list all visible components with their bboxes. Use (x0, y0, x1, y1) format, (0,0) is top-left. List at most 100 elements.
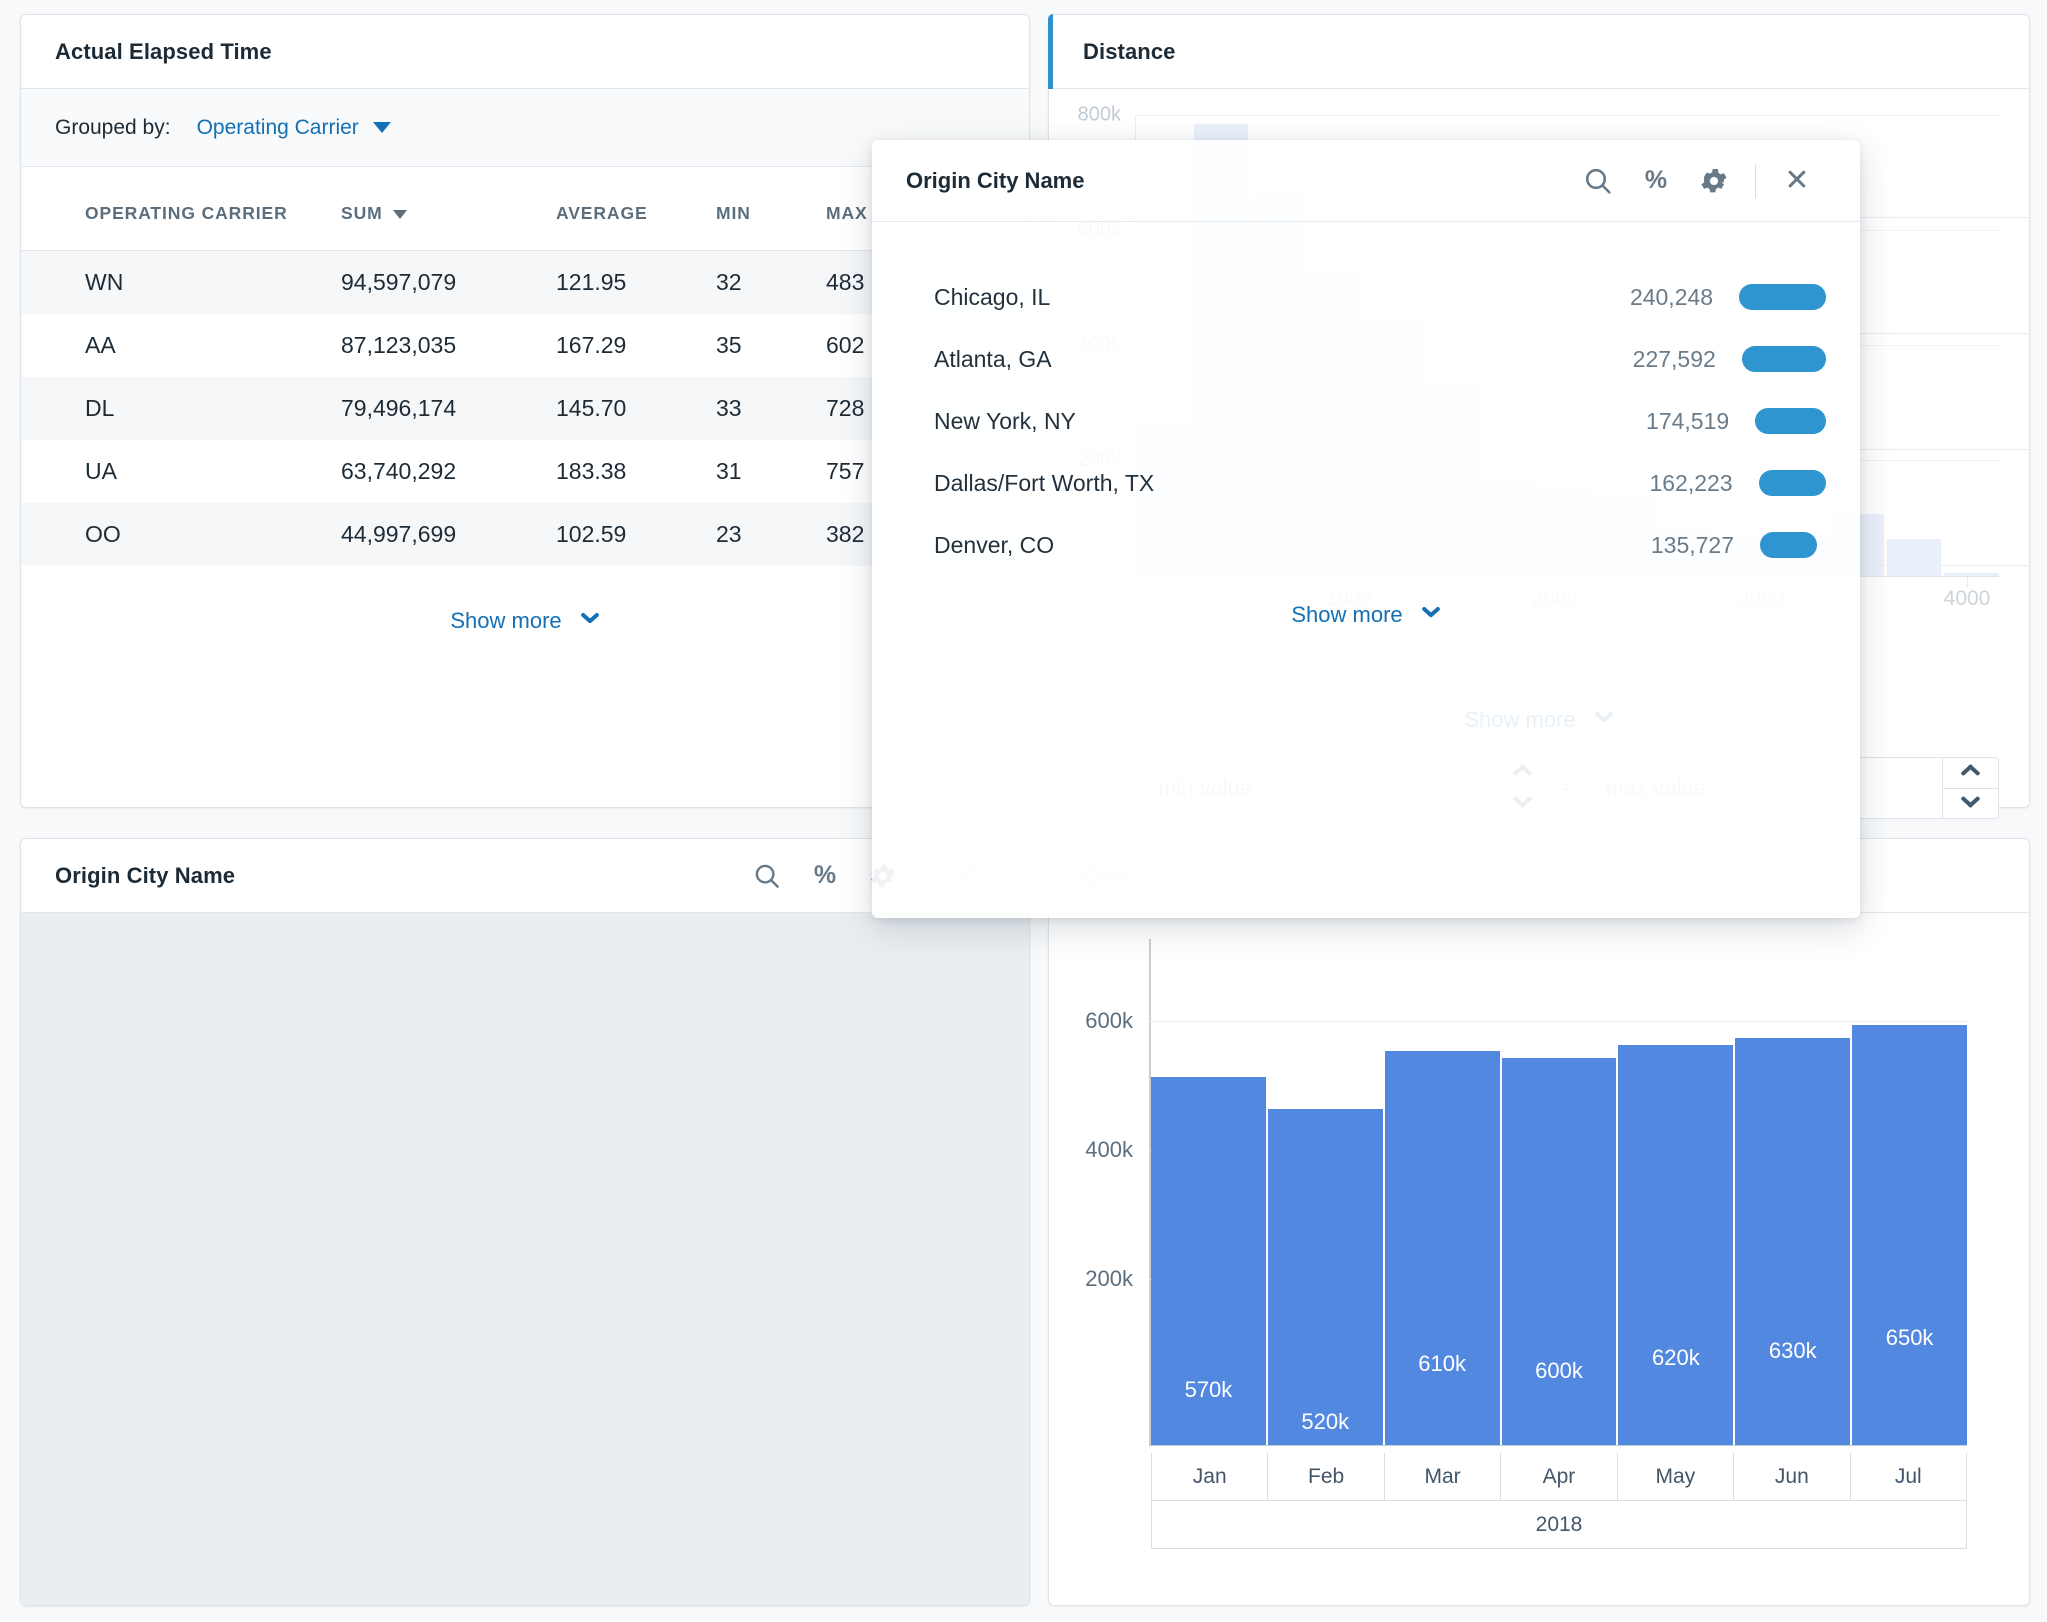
dashboard-root: Actual Elapsed Time Grouped by: Operatin… (0, 0, 2047, 1622)
column-header-operating-carrier[interactable]: OPERATING CARRIER (21, 167, 341, 251)
x-tick-label: Jan (1152, 1453, 1269, 1500)
list-item[interactable]: Dallas/Fort Worth, TX 162,223 (872, 452, 1860, 514)
x-tick-label: May (1618, 1453, 1735, 1500)
month-bar[interactable]: 520k (1267, 1109, 1385, 1445)
sort-desc-icon (392, 209, 407, 219)
list-item[interactable]: New York, NY 174,519 (872, 390, 1860, 452)
column-header-average[interactable]: AVERAGE (556, 167, 716, 251)
cell-sum: 94,597,079 (341, 269, 457, 295)
search-icon[interactable] (1569, 158, 1627, 204)
year-axis-label: 2018 (1151, 1501, 1967, 1549)
cell-average: 183.38 (556, 458, 627, 484)
chevron-down-icon (1960, 798, 1982, 810)
max-stepper[interactable] (1942, 757, 1999, 820)
month-bar[interactable]: 630k (1735, 1038, 1853, 1445)
cell-carrier: AA (85, 332, 116, 358)
chevron-down-icon (372, 122, 391, 134)
column-header-min[interactable]: MIN (716, 167, 826, 251)
panel-title-distance: Distance (1083, 38, 1176, 64)
list-item-label: Denver, CO (934, 531, 1055, 558)
bar-value-label: 570k (1184, 1377, 1233, 1402)
grouped-by-select[interactable]: Operating Carrier (197, 116, 391, 140)
cell-min: 23 (716, 521, 742, 547)
cell-min: 35 (716, 332, 742, 358)
bar-value-label: 600k (1535, 1358, 1583, 1383)
list-item-bar (1760, 532, 1817, 558)
list-item[interactable]: Denver, CO 135,727 (872, 514, 1860, 576)
popup-list: Chicago, IL 240,248 Atlanta, GA 227,592 … (872, 222, 1860, 628)
cell-carrier: UA (85, 458, 117, 484)
cell-sum: 87,123,035 (341, 332, 457, 358)
cell-average: 167.29 (556, 332, 627, 358)
list-item-bar (1741, 346, 1826, 372)
gear-icon[interactable] (1685, 158, 1743, 204)
date-body: 600k 400k 200k 570k 520k 610k 600k 620k … (1049, 913, 2029, 1605)
histogram-bar (1886, 539, 1942, 576)
x-tick (1967, 577, 1968, 587)
max-decrement-button[interactable] (1943, 787, 1999, 820)
cell-min: 31 (716, 458, 742, 484)
panel-header: Actual Elapsed Time (21, 15, 1029, 89)
panel-title-origin-city: Origin City Name (55, 862, 236, 888)
cell-average: 102.59 (556, 521, 627, 547)
month-bars: 570k 520k 610k 600k 620k 630k 650k (1151, 947, 1968, 1445)
max-increment-button[interactable] (1943, 757, 1998, 788)
x-tick-label: 4000 (1943, 587, 1991, 610)
x-tick-label: Mar (1385, 1453, 1502, 1500)
cell-sum: 79,496,174 (341, 395, 457, 421)
panel-date: Date 600k 400k 200k 570k 520k 610k 600k … (1048, 838, 2030, 1606)
column-header-sum[interactable]: SUM (341, 167, 556, 251)
list-item-value: 240,248 (1629, 283, 1714, 310)
search-icon[interactable] (738, 853, 796, 899)
show-more-button[interactable]: Show more (450, 608, 599, 634)
date-bar-chart: 600k 400k 200k 570k 520k 610k 600k 620k … (1085, 939, 1968, 1446)
month-bar[interactable]: 600k (1501, 1058, 1619, 1445)
bar-value-label: 630k (1768, 1338, 1817, 1363)
cell-carrier: DL (85, 395, 115, 421)
y-tick-label: 800k (1077, 103, 1121, 126)
popup-title: Origin City Name (906, 167, 1085, 193)
list-item-value: 162,223 (1649, 469, 1733, 496)
cell-sum: 44,997,699 (341, 521, 457, 547)
cell-average: 121.95 (556, 269, 627, 295)
list-item-label: Chicago, IL (934, 283, 1051, 310)
month-bar[interactable]: 620k (1618, 1045, 1736, 1445)
percent-icon[interactable]: % (796, 853, 854, 899)
month-axis: Jan Feb Mar Apr May Jun Jul (1151, 1453, 1967, 1501)
panel-origin-city-name: Origin City Name % ✕ (20, 838, 1030, 1606)
chevron-down-icon (580, 616, 600, 627)
month-bar[interactable]: 610k (1384, 1051, 1502, 1445)
x-tick-label: Apr (1501, 1453, 1618, 1500)
y-tick-label: 200k (1085, 1266, 1133, 1291)
popup-show-more-row: Show more (872, 602, 1860, 628)
month-bar[interactable]: 650k (1852, 1025, 1968, 1445)
origin-city-name-popup: Origin City Name % ✕ Chicago, IL 240,248 (872, 140, 1860, 918)
cell-carrier: WN (85, 269, 124, 295)
page-title: Actual Elapsed Time (55, 38, 272, 64)
histogram-bar (1944, 573, 2000, 576)
list-item[interactable]: Atlanta, GA 227,592 (872, 328, 1860, 390)
cell-average: 145.70 (556, 395, 627, 421)
grouped-by-value: Operating Carrier (196, 115, 359, 139)
list-item-value: 174,519 (1646, 407, 1730, 434)
x-tick-label: Feb (1268, 1453, 1385, 1500)
bar-value-label: 620k (1652, 1345, 1700, 1370)
cell-sum: 63,740,292 (341, 458, 457, 484)
month-bar[interactable]: 570k (1151, 1077, 1268, 1445)
percent-icon[interactable]: % (1627, 158, 1685, 204)
divider (1755, 163, 1756, 198)
list-item-label: Atlanta, GA (934, 345, 1052, 372)
list-item-bar (1755, 408, 1826, 434)
grouped-by-label: Grouped by: (55, 115, 171, 139)
list-item-bar (1758, 470, 1826, 496)
popup-header: Origin City Name % ✕ (872, 140, 1860, 222)
bar-value-label: 650k (1885, 1325, 1934, 1350)
panel-header: Distance (1048, 14, 2029, 89)
show-more-button[interactable]: Show more (1291, 602, 1440, 628)
cell-min: 33 (716, 395, 742, 421)
cell-carrier: OO (85, 521, 121, 547)
list-item[interactable]: Chicago, IL 240,248 (872, 266, 1860, 328)
close-icon[interactable]: ✕ (1768, 158, 1826, 204)
chevron-down-icon (1421, 610, 1441, 621)
y-tick-label: 600k (1085, 1008, 1133, 1033)
